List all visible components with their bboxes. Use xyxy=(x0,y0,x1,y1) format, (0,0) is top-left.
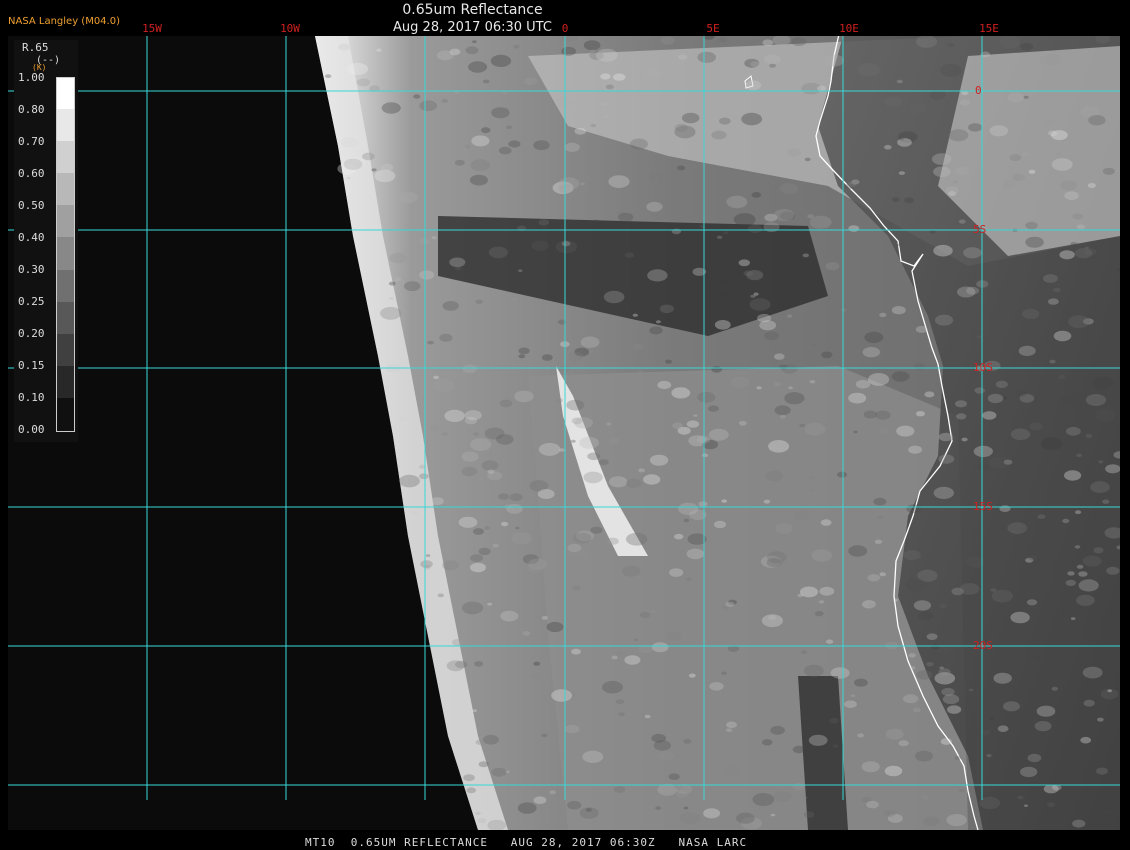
footer-caption: MT10 0.65UM REFLECTANCE AUG 28, 2017 06:… xyxy=(305,836,748,849)
image-timestamp: Aug 28, 2017 06:30 UTC xyxy=(393,20,552,35)
satellite-image-viewer: 15W 10W 0 5E 10E 15E 0 5S 10S 15S 20S 0.… xyxy=(0,0,1130,850)
legend-tick-label: 0.50 xyxy=(18,199,45,212)
legend-tick-label: 0.80 xyxy=(18,103,45,116)
satellite-map[interactable] xyxy=(8,36,1120,830)
legend-tick-label: 0.30 xyxy=(18,263,45,276)
legend-tick-label: 0.70 xyxy=(18,135,45,148)
legend-tick-label: 0.15 xyxy=(18,359,45,372)
legend-frame xyxy=(56,77,75,432)
lat-label-15s: 15S xyxy=(973,500,993,513)
legend-tick-label: 0.20 xyxy=(18,327,45,340)
legend-tick-label: 0.25 xyxy=(18,295,45,308)
legend-tick-label: 0.10 xyxy=(18,391,45,404)
lat-label-10s: 10S xyxy=(973,361,993,374)
legend-tick-label: 0.00 xyxy=(18,423,45,436)
lat-label-20s: 20S xyxy=(973,639,993,652)
legend-tick-label: 0.60 xyxy=(18,167,45,180)
lat-label-0: 0 xyxy=(975,84,982,97)
image-title: 0.65um Reflectance xyxy=(402,2,543,18)
agency-label: NASA Langley (M04.0) xyxy=(8,16,120,27)
map-canvas xyxy=(8,36,1120,830)
legend-tick-label: 0.40 xyxy=(18,231,45,244)
lon-label-15e: 15E xyxy=(979,22,999,35)
legend-title: R.65 xyxy=(22,41,49,54)
lat-label-5s: 5S xyxy=(973,223,987,236)
legend-tick-label: 1.00 xyxy=(18,71,45,84)
